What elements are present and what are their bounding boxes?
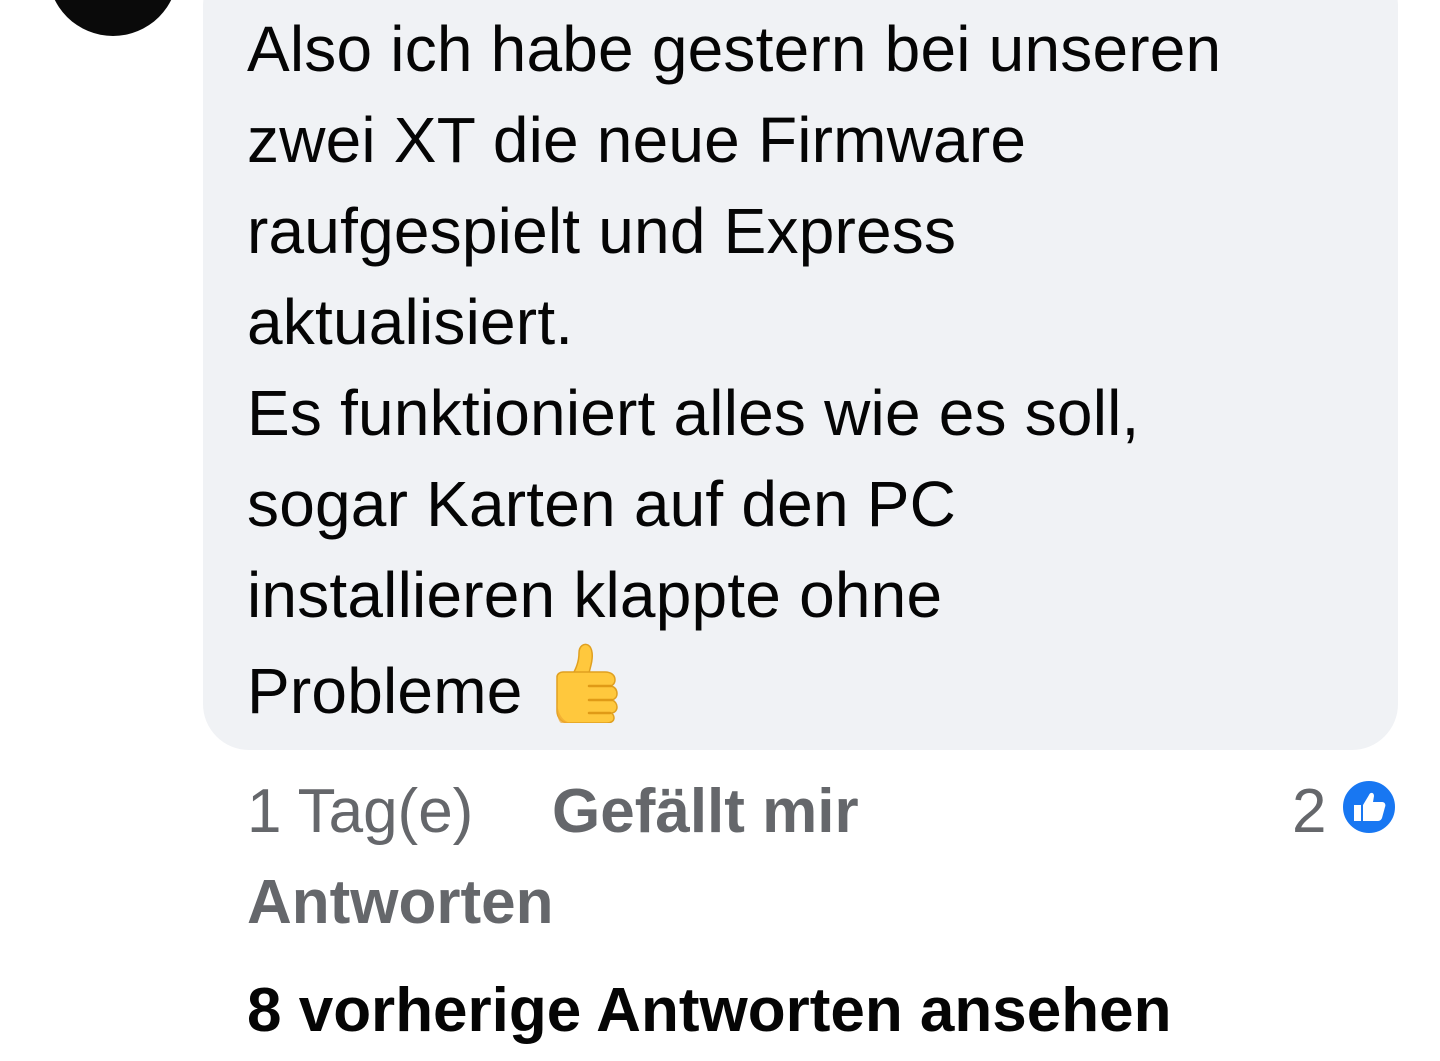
comment-line-last: Probleme: [247, 641, 1377, 737]
comment-line: installieren klappte ohne: [247, 559, 943, 631]
avatar[interactable]: [48, 0, 178, 36]
reply-button[interactable]: Antworten: [247, 867, 554, 939]
comment-timestamp: 1 Tag(e): [247, 777, 474, 846]
comment-line: Also ich habe gestern bei unseren: [247, 13, 1222, 85]
view-previous-replies-link[interactable]: 8 vorherige Antworten ansehen: [247, 975, 1171, 1047]
comment-screen: Also ich habe gestern bei unseren zwei X…: [0, 0, 1440, 1061]
comment-line: Probleme: [247, 655, 523, 727]
comment-line: zwei XT die neue Firmware: [247, 104, 1027, 176]
thumbs-up-emoji-icon: [555, 643, 618, 723]
comment-line: Es funktioniert alles wie es soll,: [247, 377, 1140, 449]
comment-line: sogar Karten auf den PC: [247, 468, 957, 540]
comment-line: aktualisiert.: [247, 286, 574, 358]
like-button[interactable]: Gefällt mir: [552, 776, 859, 848]
reaction-count[interactable]: 2: [1292, 776, 1326, 848]
comment-text: Also ich habe gestern bei unseren zwei X…: [247, 4, 1377, 737]
like-reaction-icon[interactable]: [1340, 778, 1398, 836]
comment-line: raufgespielt und Express: [247, 195, 957, 267]
